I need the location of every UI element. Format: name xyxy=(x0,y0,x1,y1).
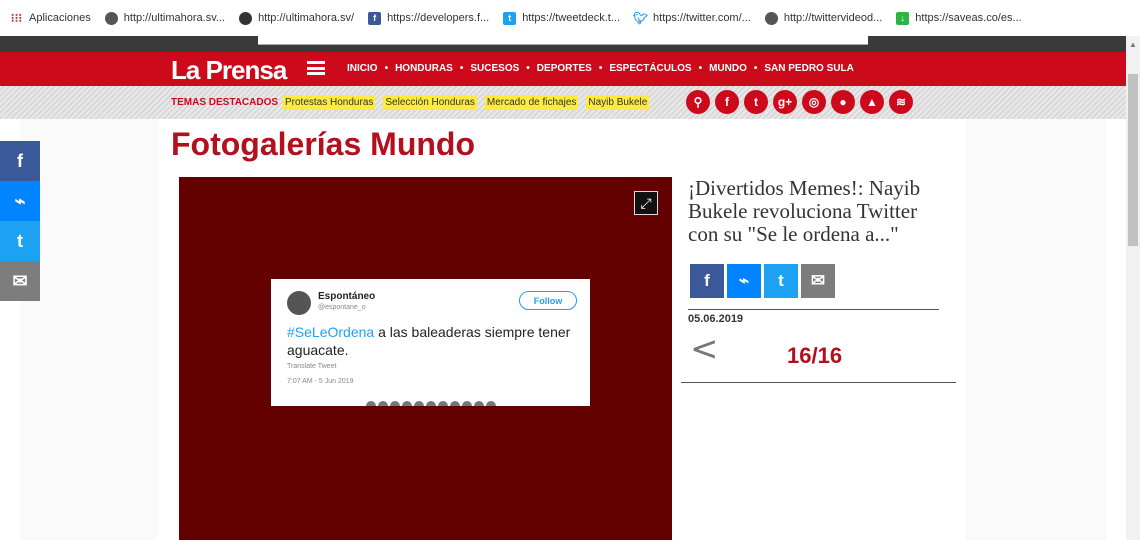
tweet-author-name: Espontáneo xyxy=(318,291,376,302)
bookmark-saveas[interactable]: ↓ https://saveas.co/es... xyxy=(896,11,1022,25)
tweet-liker-avatars xyxy=(366,401,498,406)
bookmark-label: https://twitter.com/... xyxy=(653,12,751,24)
menu-separator: • xyxy=(526,63,530,74)
facebook-icon[interactable]: f xyxy=(715,90,739,114)
menu-item-deportes[interactable]: DEPORTES xyxy=(537,63,592,74)
tweet-text: #SeLeOrdena a las baleaderas siempre ten… xyxy=(287,323,587,359)
search-icon[interactable]: ⚲ xyxy=(686,90,710,114)
tag-nayib-bukele[interactable]: Nayib Bukele xyxy=(586,95,650,110)
main-menu: INICIO • HONDURAS • SUCESOS • DEPORTES •… xyxy=(347,63,854,74)
twitter-icon[interactable]: t xyxy=(744,90,768,114)
social-icons: ⚲ f t g+ ◎ ● ▲ ≋ xyxy=(686,90,918,114)
menu-item-san-pedro-sula[interactable]: SAN PEDRO SULA xyxy=(764,63,853,74)
googleplus-icon[interactable]: g+ xyxy=(773,90,797,114)
menu-item-sucesos[interactable]: SUCESOS xyxy=(470,63,519,74)
tweet-time: 7:07 AM - 5 Jun 2019 xyxy=(287,378,354,385)
instagram-icon[interactable]: ◎ xyxy=(802,90,826,114)
bookmark-label: http://ultimahora.sv/ xyxy=(258,12,355,24)
tweet-hashtag: #SeLeOrdena xyxy=(287,324,375,340)
menu-separator: • xyxy=(753,63,758,74)
bookmark-developers[interactable]: f https://developers.f... xyxy=(368,11,490,25)
article-sidebar: ¡Divertidos Memes!: Nayib Bukele revoluc… xyxy=(681,177,956,383)
tweet-image: Espontáneo @espontane_o Follow #SeLeOrde… xyxy=(271,279,590,406)
menu-separator: • xyxy=(698,63,703,74)
clock-icon xyxy=(239,11,253,25)
menu-separator: • xyxy=(384,63,389,74)
menu-separator: • xyxy=(459,63,464,74)
avatar xyxy=(287,291,311,315)
messenger-share-icon[interactable]: ⌁ xyxy=(727,264,761,298)
menu-item-espectaculos[interactable]: ESPECTÁCULOS xyxy=(609,63,691,74)
divider xyxy=(681,382,956,383)
bookmark-apps[interactable]: ⁝⁝⁝ Aplicaciones xyxy=(10,11,91,25)
bookmark-ultimahora-2[interactable]: http://ultimahora.sv/ xyxy=(239,11,355,25)
menu-item-inicio[interactable]: INICIO xyxy=(347,63,378,74)
section-title: Fotogalerías Mundo xyxy=(171,126,475,162)
twitter-share-icon[interactable]: t xyxy=(0,221,40,261)
bookmark-label: http://ultimahora.sv... xyxy=(123,12,226,24)
photo-gallery[interactable]: ⤢ Espontáneo @espontane_o Follow #SeLeOr… xyxy=(179,177,672,540)
bookmark-label: https://developers.f... xyxy=(387,12,490,24)
floating-share-bar: f ⌁ t ✉ xyxy=(0,141,40,301)
tag-protestas-honduras[interactable]: Protestas Honduras xyxy=(283,95,376,110)
tag-seleccion-honduras[interactable]: Selección Honduras xyxy=(383,95,477,110)
topic-tags: Protestas Honduras Selección Honduras Me… xyxy=(283,95,657,110)
site-logo[interactable]: La Prensa xyxy=(171,55,287,86)
tweet-translate: Translate Tweet xyxy=(287,363,337,370)
email-share-icon[interactable]: ✉ xyxy=(0,261,40,301)
messenger-share-icon[interactable]: ⌁ xyxy=(0,181,40,221)
article-headline: ¡Divertidos Memes!: Nayib Bukele revoluc… xyxy=(688,176,921,246)
menu-item-mundo[interactable]: MUNDO xyxy=(709,63,747,74)
apps-icon: ⁝⁝⁝ xyxy=(10,11,23,25)
bookmark-ultimahora-1[interactable]: http://ultimahora.sv... xyxy=(104,11,226,25)
left-background-panel xyxy=(20,119,158,540)
globe-icon xyxy=(764,11,778,25)
tweet-author-handle: @espontane_o xyxy=(318,304,366,311)
android-icon[interactable]: ▲ xyxy=(860,90,884,114)
tweetdeck-icon: t xyxy=(503,11,517,25)
tag-mercado-fichajes[interactable]: Mercado de fichajes xyxy=(484,95,579,110)
bookmark-twitter[interactable]: 🐦︎ https://twitter.com/... xyxy=(632,11,751,25)
topics-bar: TEMAS DESTACADOS Protestas Honduras Sele… xyxy=(0,86,1126,119)
globe-icon xyxy=(104,11,118,25)
page: La Prensa INICIO • HONDURAS • SUCESOS • … xyxy=(0,36,1126,540)
bookmark-label: https://tweetdeck.t... xyxy=(522,12,621,24)
menu-separator: • xyxy=(598,63,603,74)
bookmark-tweetdeck[interactable]: t https://tweetdeck.t... xyxy=(503,11,621,25)
topics-title: TEMAS DESTACADOS xyxy=(171,97,279,108)
bookmark-label: http://twittervideod... xyxy=(783,12,883,24)
bookmarks-bar: ⁝⁝⁝ Aplicaciones http://ultimahora.sv... … xyxy=(0,0,1140,36)
menu-item-honduras[interactable]: HONDURAS xyxy=(395,63,453,74)
photo-counter: 16/16 xyxy=(787,343,843,368)
apple-icon[interactable]: ● xyxy=(831,90,855,114)
tweet-follow-button: Follow xyxy=(519,291,577,310)
main-navbar: La Prensa INICIO • HONDURAS • SUCESOS • … xyxy=(0,52,1126,86)
scrollbar-thumb[interactable] xyxy=(1128,74,1138,246)
right-background-panel xyxy=(966,119,1106,540)
facebook-icon: f xyxy=(368,11,382,25)
fullscreen-icon[interactable]: ⤢ xyxy=(634,191,658,215)
bookmark-label: Aplicaciones xyxy=(29,12,91,24)
ad-placeholder xyxy=(258,36,868,45)
facebook-share-icon[interactable]: f xyxy=(690,264,724,298)
article-date: 05.06.2019 xyxy=(688,313,744,325)
share-row: f ⌁ t ✉ xyxy=(690,264,956,298)
facebook-share-icon[interactable]: f xyxy=(0,141,40,181)
bookmark-label: https://saveas.co/es... xyxy=(915,12,1022,24)
divider xyxy=(688,309,939,310)
bookmark-twittervideo[interactable]: http://twittervideod... xyxy=(764,11,883,25)
rss-icon[interactable]: ≋ xyxy=(889,90,913,114)
email-share-icon[interactable]: ✉ xyxy=(801,264,835,298)
hamburger-menu-icon[interactable] xyxy=(307,61,325,75)
twitter-share-icon[interactable]: t xyxy=(764,264,798,298)
gallery-pager: < 16/16 xyxy=(681,329,956,373)
prev-arrow-icon[interactable]: < xyxy=(690,329,719,369)
scrollbar[interactable]: ▲ xyxy=(1126,36,1140,540)
download-icon: ↓ xyxy=(896,11,910,25)
scroll-up-arrow-icon[interactable]: ▲ xyxy=(1129,40,1137,49)
twitter-icon: 🐦︎ xyxy=(632,11,649,25)
